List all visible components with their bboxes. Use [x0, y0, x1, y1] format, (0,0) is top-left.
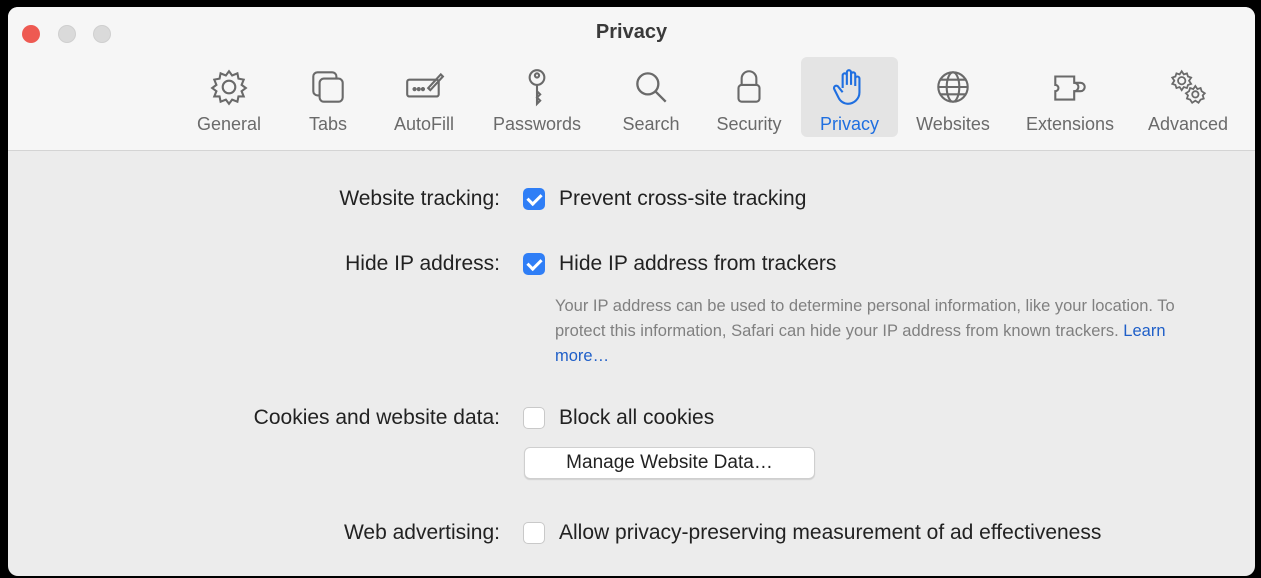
- website-tracking-label: Website tracking:: [339, 187, 500, 210]
- key-icon: [513, 63, 561, 111]
- prevent-cross-site-tracking-label[interactable]: Prevent cross-site tracking: [559, 187, 806, 211]
- puzzle-icon: [1046, 63, 1094, 111]
- web-advertising-label: Web advertising:: [343, 521, 500, 544]
- toolbar: Privacy General Tabs AutoFill Passwords …: [8, 7, 1255, 151]
- tab-label: Advanced: [1147, 114, 1229, 134]
- tab-label: General: [196, 114, 262, 134]
- hide-ip-address-option-label[interactable]: Hide IP address from trackers: [559, 252, 836, 276]
- manage-website-data-button[interactable]: Manage Website Data…: [524, 447, 815, 479]
- tab-label: Extensions: [1025, 114, 1115, 134]
- tab-label: Tabs: [308, 114, 348, 134]
- tab-extensions[interactable]: Extensions: [1018, 57, 1122, 137]
- tab-label: Security: [716, 114, 782, 134]
- tab-websites[interactable]: Websites: [906, 57, 1000, 137]
- tab-search[interactable]: Search: [618, 57, 684, 137]
- block-all-cookies-checkbox[interactable]: [523, 407, 545, 429]
- tab-label: Passwords: [492, 114, 582, 134]
- globe-icon: [929, 63, 977, 111]
- cookies-and-website-data-label: Cookies and website data:: [253, 406, 500, 429]
- tab-tabs[interactable]: Tabs: [298, 57, 358, 137]
- hide-ip-description: Your IP address can be used to determine…: [555, 294, 1195, 369]
- tab-label: Search: [622, 114, 680, 134]
- hide-ip-address-checkbox[interactable]: [523, 253, 545, 275]
- tab-autofill[interactable]: AutoFill: [386, 57, 462, 137]
- hide-ip-description-text: Your IP address can be used to determine…: [555, 297, 1175, 340]
- hand-icon: [826, 63, 874, 111]
- hide-ip-address-label: Hide IP address:: [345, 252, 500, 275]
- privacy-preserving-ad-measurement-label[interactable]: Allow privacy-preserving measurement of …: [559, 521, 1101, 545]
- tabs-icon: [304, 63, 352, 111]
- tab-label: Privacy: [819, 114, 879, 134]
- window-title: Privacy: [595, 21, 668, 43]
- autofill-icon: [400, 63, 448, 111]
- search-icon: [627, 63, 675, 111]
- tab-label: AutoFill: [393, 114, 455, 134]
- gears-icon: [1164, 63, 1212, 111]
- gear-icon: [205, 63, 253, 111]
- lock-icon: [725, 63, 773, 111]
- privacy-settings-pane: Website tracking: Prevent cross-site tra…: [8, 151, 1255, 576]
- tab-security[interactable]: Security: [706, 57, 792, 137]
- tab-general[interactable]: General: [188, 57, 270, 137]
- tab-passwords[interactable]: Passwords: [484, 57, 590, 137]
- prevent-cross-site-tracking-checkbox[interactable]: [523, 188, 545, 210]
- tab-advanced[interactable]: Advanced: [1138, 57, 1238, 137]
- tab-privacy[interactable]: Privacy: [801, 57, 898, 137]
- privacy-preserving-ad-measurement-checkbox[interactable]: [523, 522, 545, 544]
- preferences-window: Privacy General Tabs AutoFill Passwords …: [8, 7, 1255, 576]
- tab-label: Websites: [916, 114, 990, 134]
- block-all-cookies-label[interactable]: Block all cookies: [559, 406, 714, 430]
